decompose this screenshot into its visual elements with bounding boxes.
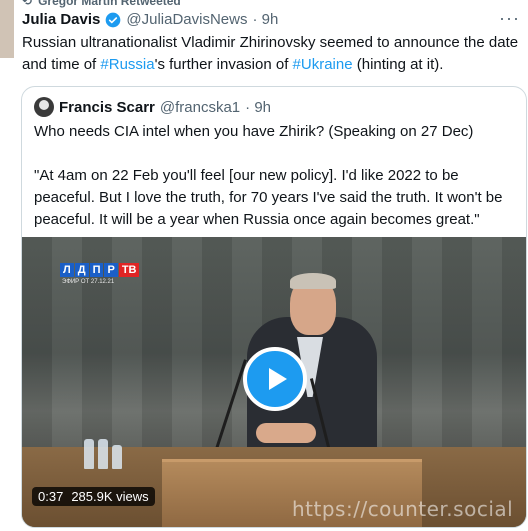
air-date-caption: ЭФИР ОТ 27.12.21 [62,279,115,285]
tweet-text-part: 's further invasion of [154,56,293,73]
channel-logo: Л Д П Р ТВ [60,263,140,277]
tweet-author[interactable]: Julia Davis @JuliaDavisNews · 9h [22,11,278,29]
channel-logo-letter: Р [104,263,118,277]
channel-logo-letter: П [89,263,104,277]
retweet-avatar-strip [0,0,14,58]
video-player[interactable]: Л Д П Р ТВ ЭФИР ОТ 27.12.21 0:37 285.9K … [22,237,526,527]
quoted-tweet-text: Who needs CIA intel when you have Zhirik… [34,123,503,228]
quoted-author: Francis Scarr @francska1 · 9h [34,97,271,117]
tweet-text-part: (hinting at it). [352,56,444,73]
channel-logo-letter: Л [60,263,74,277]
retweet-icon: ⟲ [22,0,33,8]
avatar [34,97,54,117]
water-bottles [84,433,124,469]
video-speaker-hair [290,273,336,289]
quoted-author-handle: @francska1 [159,98,241,116]
author-name[interactable]: Julia Davis [22,11,100,29]
play-button[interactable] [243,347,307,411]
retweet-label: Gregor Martin Retweeted [38,0,181,8]
quoted-tweet-card[interactable]: Francis Scarr @francska1 · 9h Who needs … [21,86,527,528]
watermark: https://counter.social [292,497,514,521]
retweet-indicator: ⟲ Gregor Martin Retweeted [22,0,181,8]
video-views: 285.9K views [71,489,149,504]
channel-logo-tv: ТВ [118,263,140,277]
more-icon[interactable]: ··· [499,8,520,29]
tweet-time[interactable]: · 9h [252,11,278,29]
hashtag-russia[interactable]: #Russia [100,56,154,73]
verified-icon [106,12,121,28]
tweet-text: Russian ultranationalist Vladimir Zhirin… [22,32,522,76]
channel-logo-letter: Д [74,263,89,277]
quoted-tweet-time: · 9h [245,98,272,116]
video-duration: 0:37 [38,489,64,504]
video-stats-badge: 0:37 285.9K views [32,487,155,506]
author-handle[interactable]: @JuliaDavisNews [126,11,247,29]
hashtag-ukraine[interactable]: #Ukraine [293,56,353,73]
quoted-author-name: Francis Scarr [59,98,155,116]
video-speaker-hand [256,423,316,443]
